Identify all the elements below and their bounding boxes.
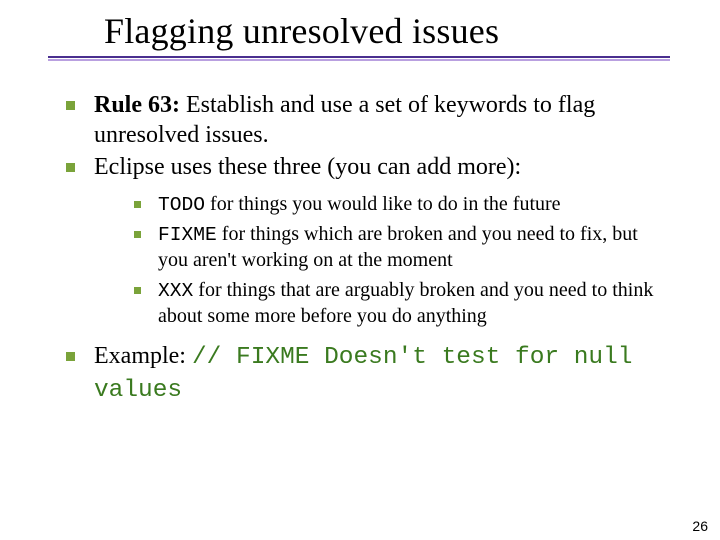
xxx-code: XXX <box>158 280 193 302</box>
eclipse-text: Eclipse uses these three (you can add mo… <box>94 154 521 180</box>
sub-bullet-list: TODO for things you would like to do in … <box>128 192 670 329</box>
todo-text: for things you would like to do in the f… <box>205 193 561 215</box>
page-number: 26 <box>692 518 708 534</box>
rule-prefix: Rule 63: <box>94 92 180 118</box>
fixme-text: for things which are broken and you need… <box>158 223 638 271</box>
sub-todo: TODO for things you would like to do in … <box>128 192 670 218</box>
slide: Flagging unresolved issues Rule 63: Esta… <box>0 0 720 540</box>
title-area: Flagging unresolved issues <box>48 10 680 58</box>
bullet-example: Example: // FIXME Doesn't test for null … <box>60 341 670 406</box>
todo-code: TODO <box>158 194 205 216</box>
sub-xxx: XXX for things that are arguably broken … <box>128 278 670 330</box>
xxx-text: for things that are arguably broken and … <box>158 279 653 327</box>
slide-body: Rule 63: Establish and use a set of keyw… <box>60 90 670 409</box>
slide-title: Flagging unresolved issues <box>104 10 680 52</box>
fixme-code: FIXME <box>158 224 217 246</box>
bullet-eclipse: Eclipse uses these three (you can add mo… <box>60 152 670 329</box>
sub-fixme: FIXME for things which are broken and yo… <box>128 222 670 274</box>
bullet-rule: Rule 63: Establish and use a set of keyw… <box>60 90 670 150</box>
example-label: Example: <box>94 343 192 369</box>
bullet-list: Rule 63: Establish and use a set of keyw… <box>60 90 670 407</box>
title-underline <box>48 56 670 58</box>
